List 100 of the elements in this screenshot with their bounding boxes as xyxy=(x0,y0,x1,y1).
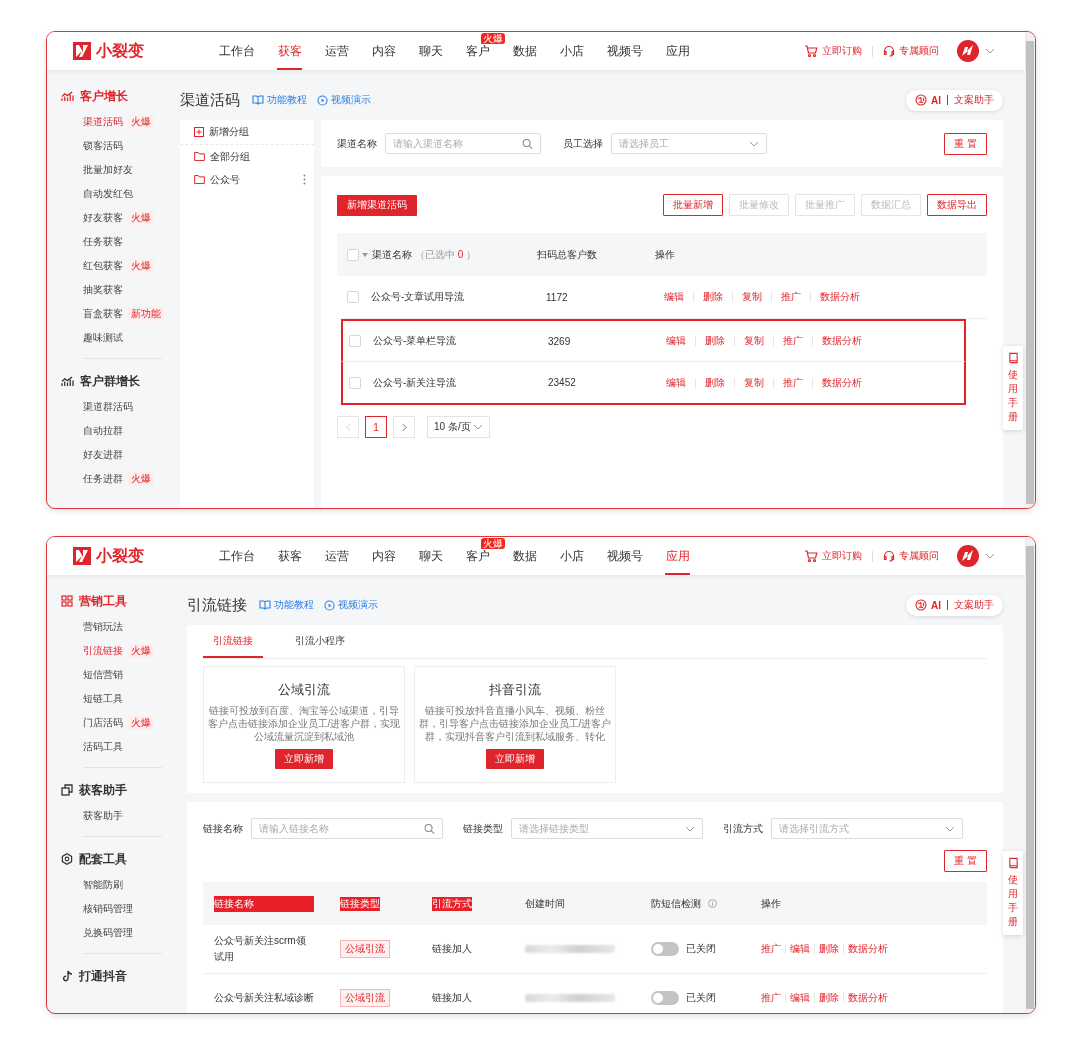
action-link[interactable]: 推广 xyxy=(781,290,801,304)
nav-tab[interactable]: 聊天 xyxy=(407,32,454,70)
sidebar-item[interactable]: 任务进群 xyxy=(83,472,123,486)
nav-tab[interactable]: 小店 xyxy=(548,32,595,70)
user-manual-tab[interactable]: 使用手册 xyxy=(1003,346,1023,430)
action-link[interactable]: 推广 xyxy=(783,375,803,390)
action-link[interactable]: 推广 xyxy=(761,991,781,1005)
sidebar-group-title[interactable]: 打通抖音 xyxy=(79,967,127,985)
action-link[interactable]: 删除 xyxy=(703,290,723,304)
search-field[interactable]: 请输入链接名称 xyxy=(251,818,443,839)
header-link[interactable]: 专属顾问 xyxy=(883,44,939,58)
header-link[interactable]: 专属顾问 xyxy=(883,549,939,563)
action-link[interactable]: 删除 xyxy=(705,334,725,348)
sidebar-item[interactable]: 核销码管理 xyxy=(83,902,133,916)
action-link[interactable]: 编辑 xyxy=(790,942,810,956)
help-link[interactable]: 视频演示 xyxy=(317,93,371,107)
create-button[interactable]: 立即新增 xyxy=(275,749,333,769)
checkbox[interactable] xyxy=(347,291,359,303)
ai-assistant-button[interactable]: AI 文案助手 xyxy=(906,89,1003,111)
nav-tab[interactable]: 获客 xyxy=(266,32,313,70)
previous-page-button[interactable] xyxy=(337,416,359,438)
reset-button[interactable]: 重 置 xyxy=(944,850,987,872)
sidebar-item[interactable]: 引流链接 xyxy=(83,644,123,658)
sidebar-item[interactable]: 任务获客 xyxy=(83,235,123,249)
action-link[interactable]: 复制 xyxy=(744,334,764,348)
action-link[interactable]: 删除 xyxy=(819,942,839,956)
select-field[interactable]: 请选择员工 xyxy=(611,133,767,154)
caret-icon[interactable] xyxy=(362,252,368,257)
create-button[interactable]: 立即新增 xyxy=(486,749,544,769)
sidebar-group-title[interactable]: 客户增长 xyxy=(80,87,128,105)
sidebar-item[interactable]: 门店活码 xyxy=(83,716,123,730)
sidebar-item[interactable]: 趣味测试 xyxy=(83,331,123,345)
toggle-switch[interactable] xyxy=(651,991,679,1005)
avatar-icon[interactable] xyxy=(957,545,979,567)
action-link[interactable]: 删除 xyxy=(819,991,839,1005)
sidebar-item[interactable]: 兑换码管理 xyxy=(83,926,133,940)
sidebar-item[interactable]: 抽奖获客 xyxy=(83,283,123,297)
group-item[interactable]: 全部分组 xyxy=(210,149,250,164)
sidebar-item[interactable]: 渠道活码 xyxy=(83,115,123,129)
sidebar-group-title[interactable]: 客户群增长 xyxy=(80,372,140,390)
sidebar-item[interactable]: 盲盒获客 xyxy=(83,307,123,321)
nav-tab[interactable]: 小店 xyxy=(548,537,595,575)
sidebar-item[interactable]: 活码工具 xyxy=(83,740,123,754)
select-field[interactable]: 请选择链接类型 xyxy=(511,818,703,839)
nav-tab[interactable]: 聊天 xyxy=(407,537,454,575)
nav-tab[interactable]: 运营 xyxy=(313,32,360,70)
nav-tab[interactable]: 应用 xyxy=(654,32,701,70)
nav-tab[interactable]: 视频号 xyxy=(595,537,654,575)
nav-tab[interactable]: 运营 xyxy=(313,537,360,575)
sidebar-item[interactable]: 营销玩法 xyxy=(83,620,123,634)
action-link[interactable]: 编辑 xyxy=(666,375,686,390)
toolbar-button[interactable]: 批量新增 xyxy=(663,194,723,216)
help-link[interactable]: 功能教程 xyxy=(252,93,307,107)
action-link[interactable]: 数据分析 xyxy=(822,375,862,390)
toggle-switch[interactable] xyxy=(651,942,679,956)
checkbox[interactable] xyxy=(349,335,361,347)
toolbar-button[interactable]: 数据导出 xyxy=(927,194,987,216)
nav-tab[interactable]: 内容 xyxy=(360,537,407,575)
scrollbar[interactable] xyxy=(1025,32,1035,508)
nav-tab[interactable]: 工作台 xyxy=(207,537,266,575)
action-link[interactable]: 推广 xyxy=(761,942,781,956)
nav-tab[interactable]: 视频号 xyxy=(595,32,654,70)
sidebar-group-title[interactable]: 获客助手 xyxy=(79,781,127,799)
sidebar-item[interactable]: 获客助手 xyxy=(83,809,123,823)
help-link[interactable]: 功能教程 xyxy=(259,598,314,612)
select-field[interactable]: 请选择引流方式 xyxy=(771,818,963,839)
sidebar-item[interactable]: 智能防刷 xyxy=(83,878,123,892)
sidebar-item[interactable]: 短链工具 xyxy=(83,692,123,706)
group-item[interactable]: 公众号 xyxy=(210,172,240,187)
action-link[interactable]: 数据分析 xyxy=(822,334,862,348)
help-link[interactable]: 视频演示 xyxy=(324,598,378,612)
sidebar-item[interactable]: 自动发红包 xyxy=(83,187,133,201)
nav-tab[interactable]: 应用 xyxy=(654,537,701,575)
action-link[interactable]: 复制 xyxy=(744,375,764,390)
action-link[interactable]: 数据分析 xyxy=(848,942,888,956)
action-link[interactable]: 推广 xyxy=(783,334,803,348)
action-link[interactable]: 编辑 xyxy=(790,991,810,1005)
action-link[interactable]: 删除 xyxy=(705,375,725,390)
sidebar-item[interactable]: 好友进群 xyxy=(83,448,123,462)
search-field[interactable]: 请输入渠道名称 xyxy=(385,133,541,154)
nav-tab[interactable]: 内容 xyxy=(360,32,407,70)
sidebar-item[interactable]: 好友获客 xyxy=(83,211,123,225)
reset-button[interactable]: 重 置 xyxy=(944,132,987,155)
sidebar-item[interactable]: 批量加好友 xyxy=(83,163,133,177)
sidebar-item[interactable]: 渠道群活码 xyxy=(83,400,133,414)
sidebar-group-title[interactable]: 配套工具 xyxy=(79,850,127,868)
sidebar-item[interactable]: 红包获客 xyxy=(83,259,123,273)
sidebar-item[interactable]: 自动拉群 xyxy=(83,424,123,438)
page-size-select[interactable]: 10 条/页 xyxy=(427,416,490,438)
action-link[interactable]: 复制 xyxy=(742,290,762,304)
next-page-button[interactable] xyxy=(393,416,415,438)
checkbox[interactable] xyxy=(347,248,359,261)
add-group-link[interactable]: 新增分组 xyxy=(209,125,249,139)
sidebar-item[interactable]: 短信营销 xyxy=(83,668,123,682)
sidebar-group-title[interactable]: 营销工具 xyxy=(79,592,127,610)
action-link[interactable]: 数据分析 xyxy=(848,991,888,1005)
nav-tab[interactable]: 工作台 xyxy=(207,32,266,70)
nav-tab[interactable]: 获客 xyxy=(266,537,313,575)
ai-assistant-button[interactable]: AI 文案助手 xyxy=(906,594,1003,616)
action-link[interactable]: 数据分析 xyxy=(820,290,860,304)
